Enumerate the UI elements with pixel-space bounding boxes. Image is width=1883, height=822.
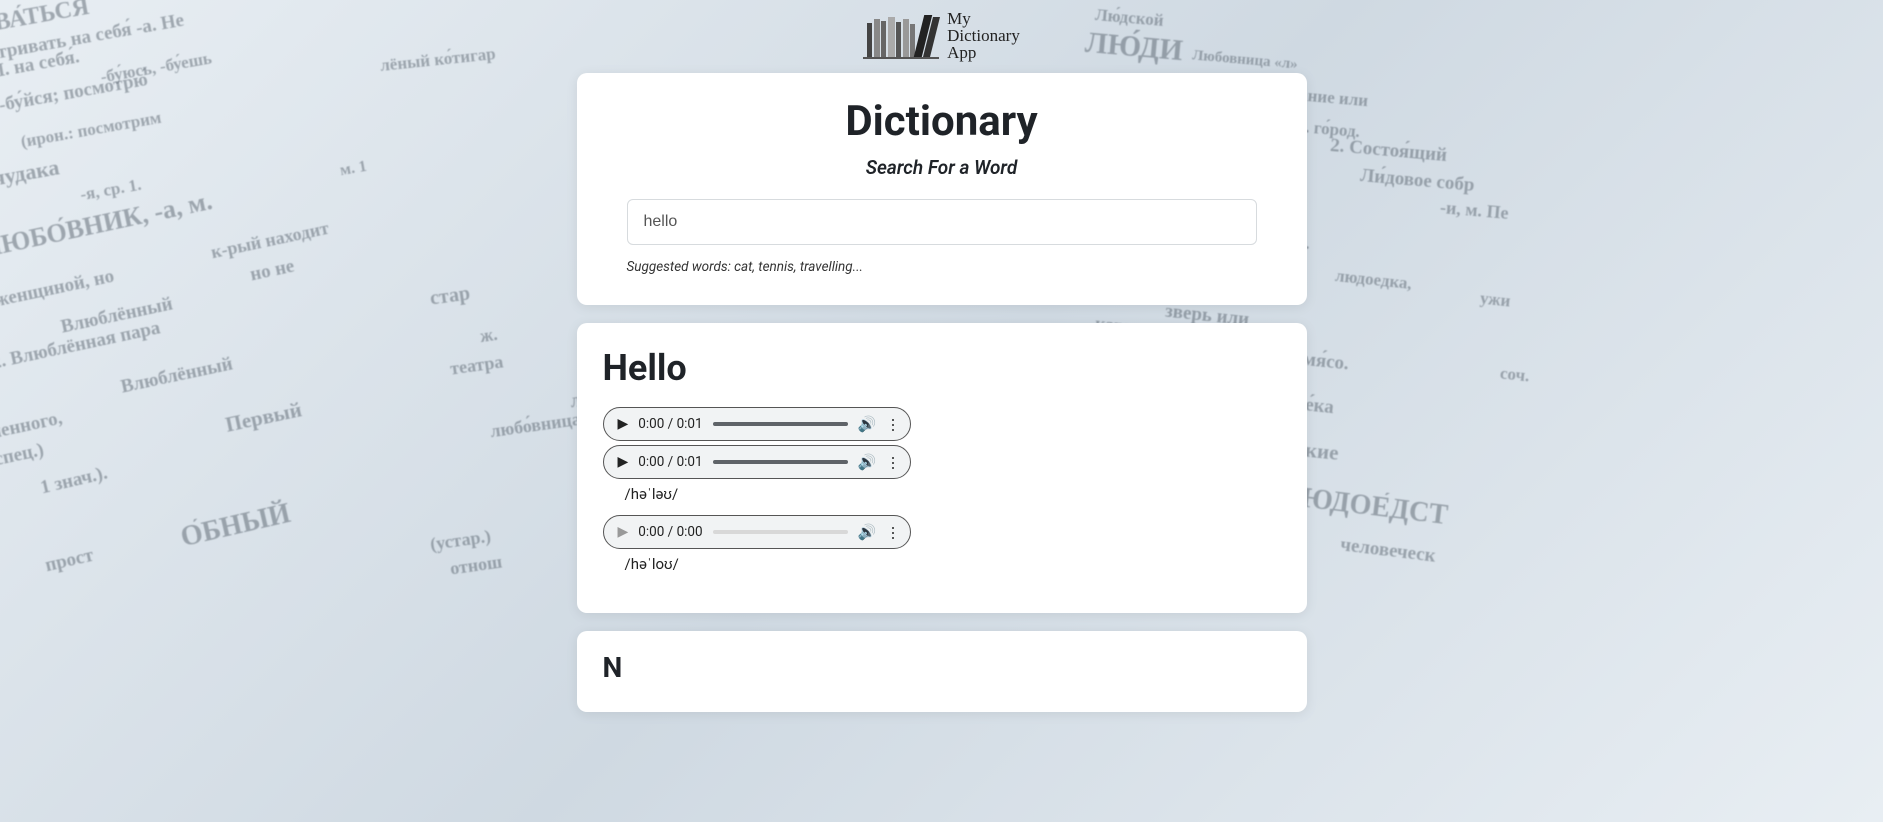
logo-line2: Dictionary: [947, 27, 1020, 44]
audio-progress[interactable]: [713, 530, 848, 534]
app-logo: My Dictionary App: [863, 10, 1020, 61]
logo-line1: My: [947, 10, 1020, 27]
audio-row: ▶ 0:00 / 0:01 🔊 ⋯: [603, 407, 1281, 441]
audio-player[interactable]: ▶ 0:00 / 0:00 🔊 ⋯: [603, 515, 911, 549]
audio-progress[interactable]: [713, 422, 848, 426]
part-of-speech-card: N: [577, 631, 1307, 712]
audio-row: ▶ 0:00 / 0:01 🔊 ⋯: [603, 445, 1281, 479]
logo-text: My Dictionary App: [947, 10, 1020, 61]
audio-player[interactable]: ▶ 0:00 / 0:01 🔊 ⋯: [603, 407, 911, 441]
more-icon[interactable]: ⋯: [884, 526, 902, 539]
audio-time: 0:00 / 0:01: [638, 454, 702, 470]
audio-player[interactable]: ▶ 0:00 / 0:01 🔊 ⋯: [603, 445, 911, 479]
bookshelf-icon: [863, 13, 939, 59]
search-input[interactable]: [627, 199, 1257, 245]
pos-heading: N: [603, 651, 1281, 684]
more-icon[interactable]: ⋯: [884, 456, 902, 469]
page-title: Dictionary: [627, 97, 1257, 146]
phonetic-text: /həˈloʊ/: [625, 555, 1281, 573]
volume-icon[interactable]: 🔊: [858, 415, 877, 433]
audio-progress[interactable]: [713, 460, 848, 464]
audio-time: 0:00 / 0:00: [638, 524, 702, 540]
page-subtitle: Search For a Word: [627, 156, 1257, 179]
audio-time: 0:00 / 0:01: [638, 416, 702, 432]
phonetic-text: /həˈləʊ/: [625, 485, 1281, 503]
more-icon[interactable]: ⋯: [884, 418, 902, 431]
search-card: Dictionary Search For a Word Suggested w…: [577, 73, 1307, 305]
audio-row: ▶ 0:00 / 0:00 🔊 ⋯: [603, 515, 1281, 549]
logo-line3: App: [947, 44, 1020, 61]
play-icon[interactable]: ▶: [618, 454, 629, 470]
play-icon[interactable]: ▶: [618, 524, 629, 540]
play-icon[interactable]: ▶: [618, 416, 629, 432]
volume-icon[interactable]: 🔊: [858, 523, 877, 541]
word-heading: Hello: [603, 347, 1281, 389]
volume-icon[interactable]: 🔊: [858, 453, 877, 471]
result-card: Hello ▶ 0:00 / 0:01 🔊 ⋯ ▶ 0:00 / 0:01 🔊 ⋯ /həˈlə…: [577, 323, 1307, 613]
suggested-words: Suggested words: cat, tennis, travelling…: [627, 259, 1257, 275]
